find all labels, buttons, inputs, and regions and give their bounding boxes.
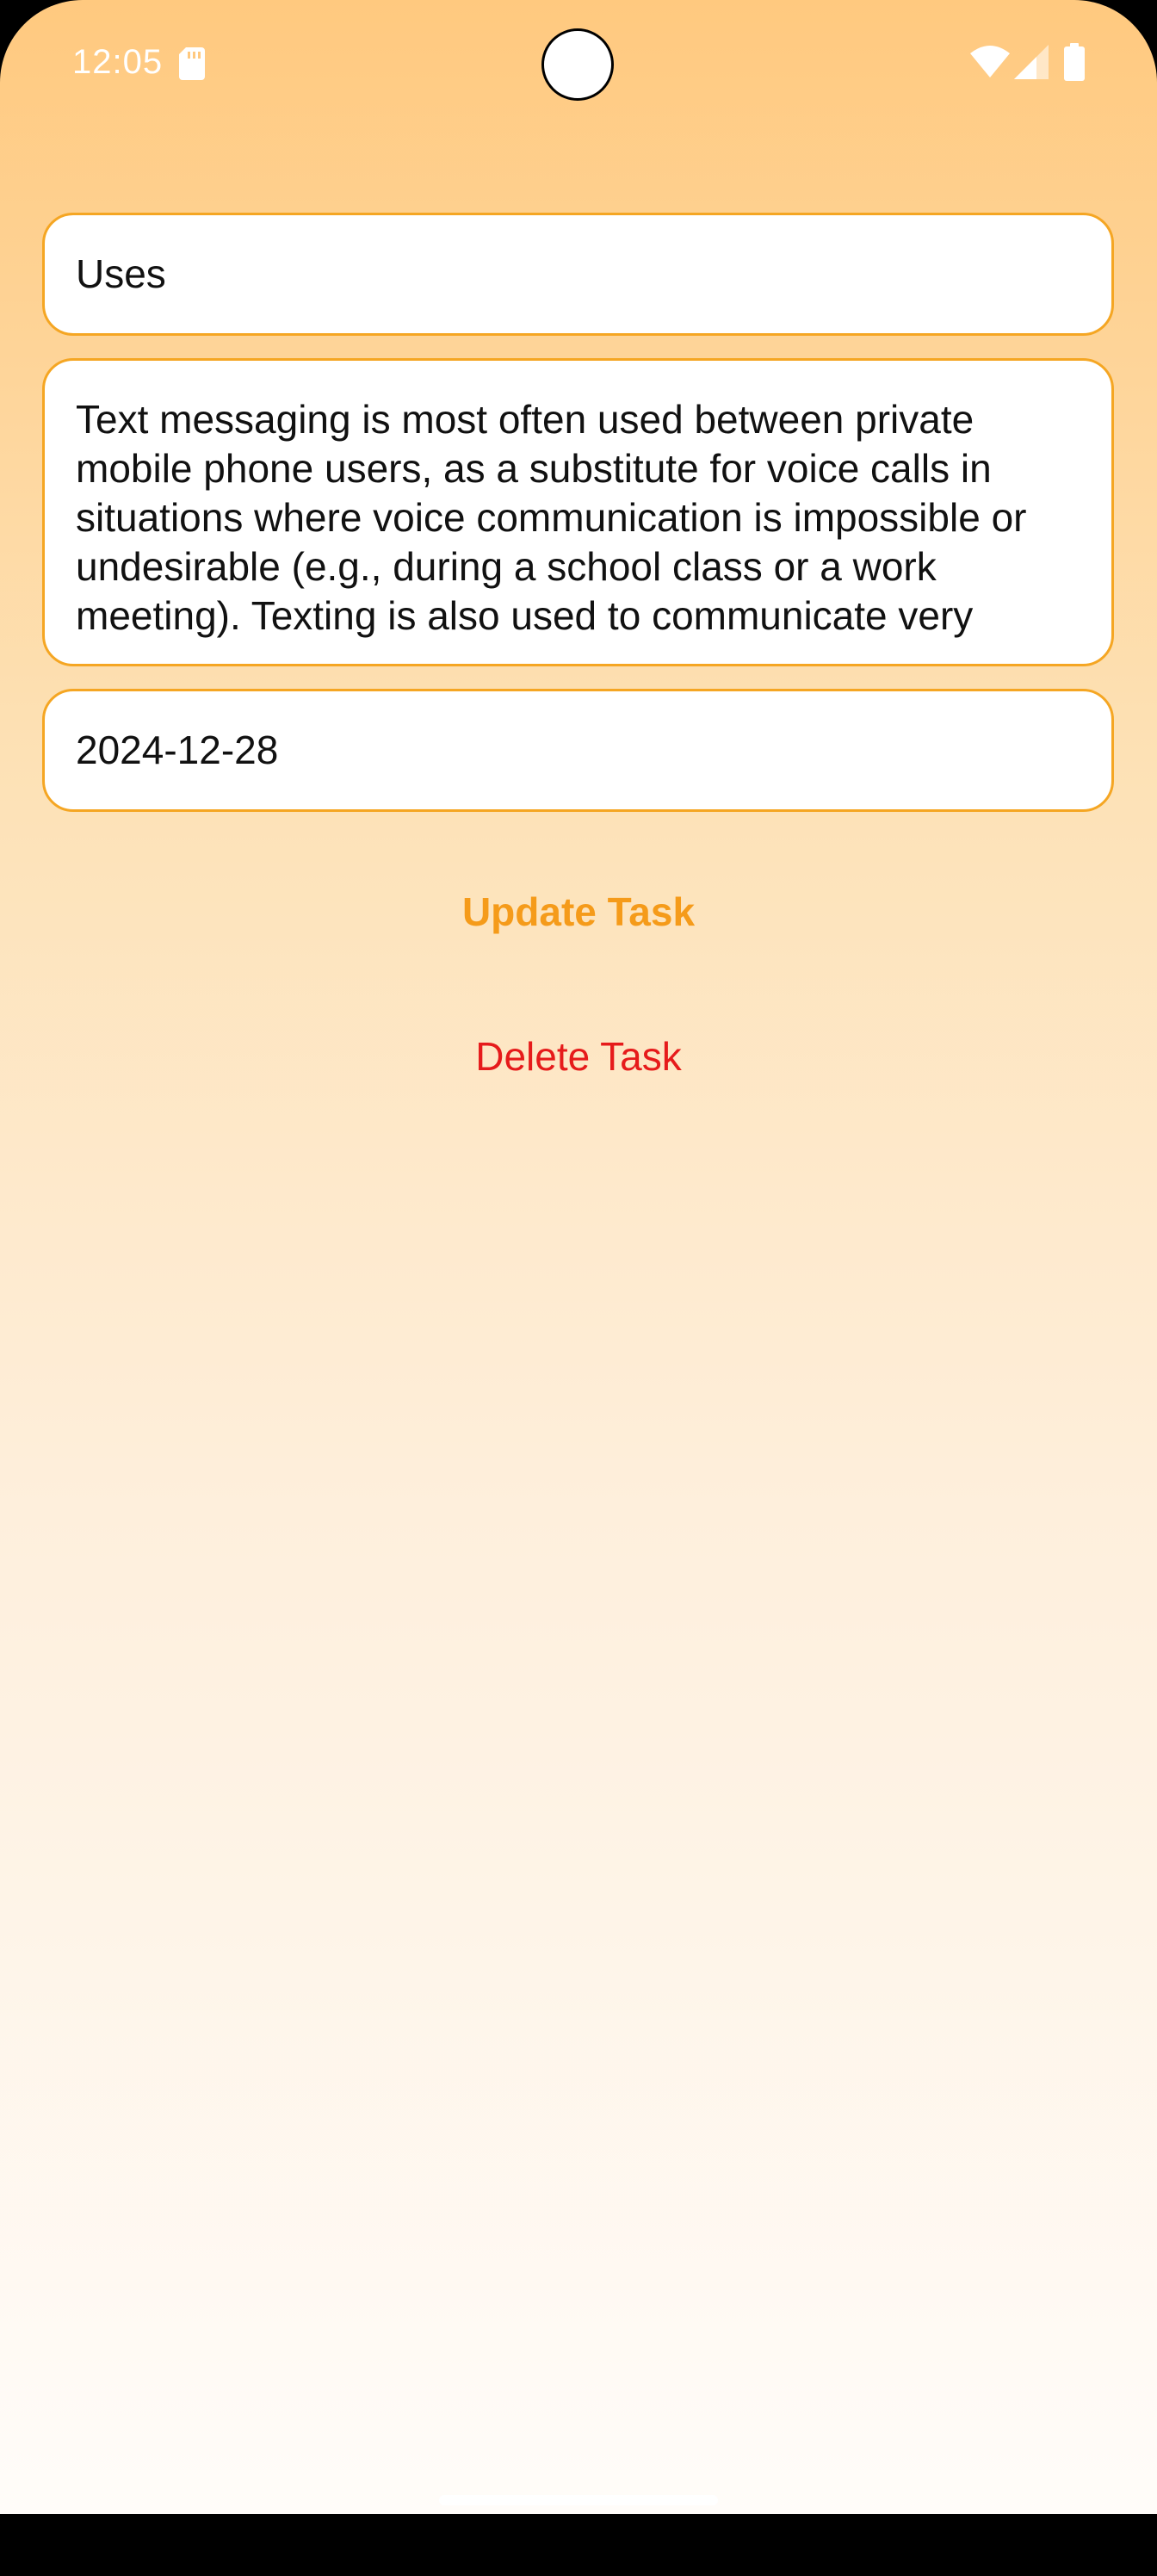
status-time: 12:05	[72, 43, 164, 81]
app-screen: 12:05 Uses Text messaging is most often …	[0, 0, 1157, 2514]
front-camera-cutout	[541, 28, 614, 101]
description-line: undesirable (e.g., during a school class…	[76, 544, 937, 589]
device-frame: 12:05 Uses Text messaging is most often …	[0, 0, 1157, 2576]
task-title-value: Uses	[76, 251, 166, 296]
delete-task-button[interactable]: Delete Task	[0, 1033, 1157, 1080]
sd-card-icon	[179, 47, 205, 80]
cellular-signal-icon	[1014, 45, 1049, 79]
task-date-value: 2024-12-28	[76, 728, 279, 772]
battery-icon	[1064, 43, 1085, 81]
status-bar: 12:05	[0, 0, 1157, 129]
description-line: Text messaging is most often used betwee…	[76, 397, 974, 442]
task-description-field[interactable]: Text messaging is most often used betwee…	[42, 358, 1114, 666]
description-line: situations where voice communication is …	[76, 495, 1027, 540]
update-task-button[interactable]: Update Task	[0, 889, 1157, 935]
navigation-bar	[0, 2514, 1157, 2576]
description-line: meeting). Texting is also used to commun…	[76, 593, 974, 638]
task-date-field[interactable]: 2024-12-28	[42, 689, 1114, 812]
task-title-field[interactable]: Uses	[42, 213, 1114, 336]
wifi-icon	[970, 46, 1010, 77]
description-line: mobile phone users, as a substitute for …	[76, 446, 992, 491]
home-gesture-handle[interactable]	[439, 2495, 718, 2505]
